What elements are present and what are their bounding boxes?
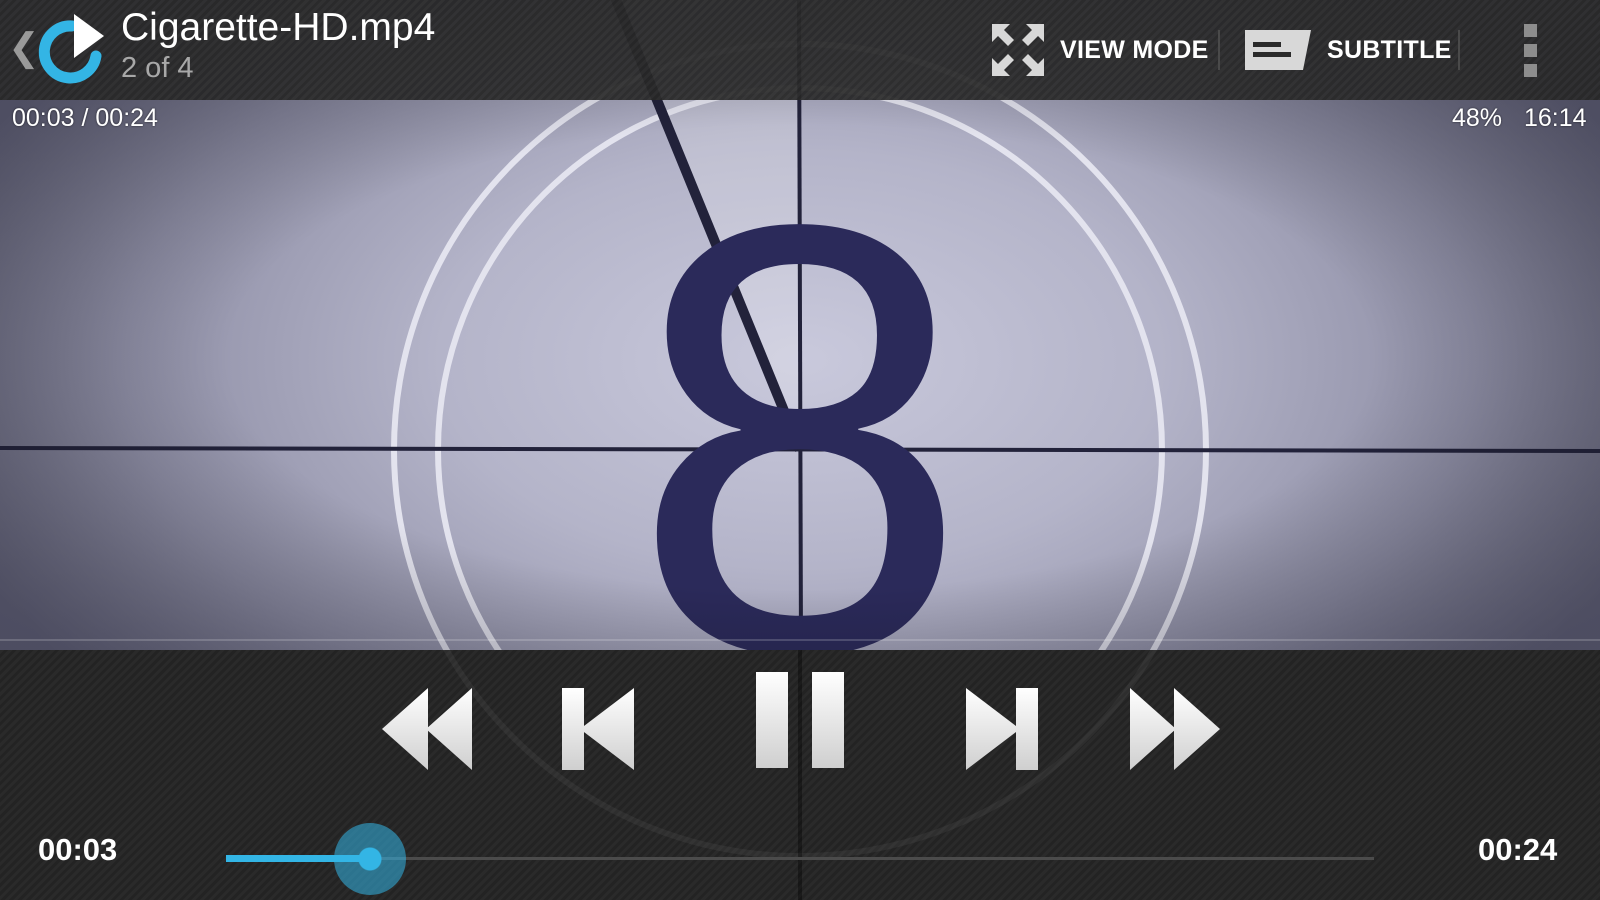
fast-rewind-icon — [382, 688, 472, 770]
battery-level: 48% — [1452, 104, 1503, 132]
pause-icon — [756, 672, 844, 768]
video-player-logo-icon[interactable] — [38, 12, 106, 84]
back-chevron-icon[interactable]: ❮ — [8, 28, 40, 68]
seek-thumb[interactable] — [333, 823, 406, 895]
current-time: 00:03 — [38, 832, 118, 867]
total-time: 00:24 — [1478, 832, 1558, 867]
skip-previous-icon — [562, 688, 634, 770]
subtitle-icon — [1245, 30, 1311, 70]
playlist-position: 2 of 4 — [121, 52, 194, 84]
subtitle-button[interactable]: SUBTITLE — [1245, 0, 1452, 100]
video-title: Cigarette-HD.mp4 — [121, 6, 436, 49]
view-mode-button[interactable]: VIEW MODE — [990, 0, 1209, 100]
seek-bar[interactable] — [226, 823, 1374, 895]
playback-controls: 00:03 00:24 — [0, 650, 1600, 900]
skip-previous-button[interactable] — [560, 686, 636, 772]
fast-rewind-button[interactable] — [380, 686, 476, 772]
action-bar: ❮ Cigarette-HD.mp4 2 of 4 VIEW MODE SUBT… — [0, 0, 1600, 100]
skip-next-button[interactable] — [964, 686, 1040, 772]
clock: 16:14 — [1524, 104, 1587, 132]
view-mode-label: VIEW MODE — [1060, 35, 1209, 64]
fast-forward-icon — [1130, 688, 1220, 770]
divider — [1458, 30, 1460, 70]
elapsed-total-time: 00:03 / 00:24 — [12, 104, 158, 132]
expand-arrows-icon — [992, 24, 1044, 76]
overflow-menu-icon[interactable] — [1515, 24, 1545, 78]
pause-button[interactable] — [754, 670, 846, 770]
divider — [1218, 30, 1220, 70]
fast-forward-button[interactable] — [1126, 686, 1222, 772]
skip-next-icon — [966, 688, 1038, 770]
subtitle-label: SUBTITLE — [1327, 35, 1452, 64]
